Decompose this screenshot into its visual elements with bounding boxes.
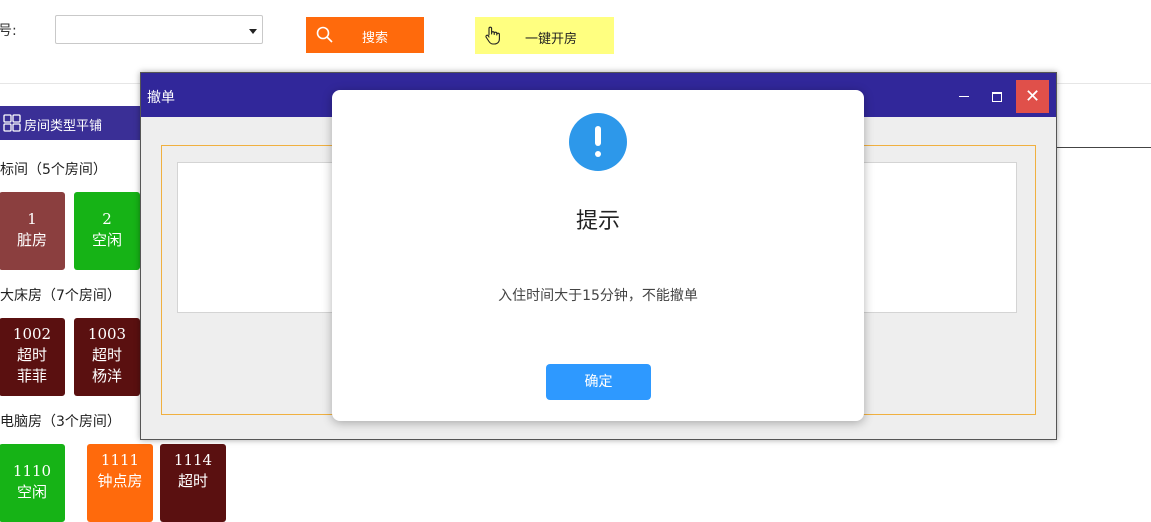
search-button-label: 搜索 (362, 31, 389, 46)
room-guest: 杨洋 (91, 367, 122, 385)
tab-room-type-tile-label: 房间类型平铺 (24, 119, 103, 134)
room-status: 超时 (177, 472, 208, 490)
room-number-select[interactable] (55, 15, 263, 44)
room-status: 脏房 (16, 231, 47, 249)
group-title-computer: 电脑房（3个房间） (0, 414, 121, 430)
dialog-title: 提示 (575, 209, 620, 234)
hand-pointer-icon (485, 26, 500, 45)
search-icon (316, 26, 333, 43)
room-status: 钟点房 (97, 472, 143, 490)
room-number: 1114 (173, 451, 213, 469)
exclamation-icon (569, 113, 627, 171)
window-title: 撤单 (147, 90, 175, 106)
room-number: 1003 (87, 325, 127, 343)
room-number: 1002 (12, 325, 52, 343)
room-number-label: 号: (0, 23, 17, 39)
grid-icon (3, 114, 21, 132)
room-card-1003[interactable]: 1003 超时 杨洋 (74, 318, 140, 396)
room-number: 1110 (12, 462, 52, 480)
room-card-1110[interactable]: 1110 空闲 (0, 444, 65, 522)
room-guest: 菲菲 (16, 367, 47, 385)
room-card-1114[interactable]: 1114 超时 (160, 444, 226, 522)
room-status: 空闲 (91, 231, 122, 249)
search-button[interactable]: 搜索 (306, 17, 424, 53)
room-status: 空闲 (16, 483, 47, 501)
room-status: 超时 (16, 346, 47, 364)
group-title-king: 大床房（7个房间） (0, 288, 121, 304)
room-number: 1111 (100, 451, 140, 469)
close-icon: ✕ (1024, 86, 1041, 107)
chevron-down-icon (249, 29, 257, 34)
one-click-open-room-label: 一键开房 (525, 32, 578, 47)
minimize-button[interactable] (949, 82, 977, 110)
room-number: 1 (27, 210, 37, 228)
maximize-button[interactable] (982, 82, 1010, 110)
room-card-1002[interactable]: 1002 超时 菲菲 (0, 318, 65, 396)
dialog-message: 入住时间大于15分钟，不能撤单 (498, 288, 698, 304)
tab-room-type-tile[interactable]: 房间类型平铺 (0, 106, 140, 140)
room-status: 超时 (91, 346, 122, 364)
room-card-2[interactable]: 2 空闲 (74, 192, 140, 270)
room-number: 2 (102, 210, 112, 228)
room-card-1[interactable]: 1 脏房 (0, 192, 65, 270)
group-title-standard: 标间（5个房间） (0, 162, 107, 178)
one-click-open-room-button[interactable]: 一键开房 (475, 17, 614, 54)
alert-dialog: 提示 入住时间大于15分钟，不能撤单 确定 (332, 90, 864, 421)
room-card-1111[interactable]: 1111 钟点房 (87, 444, 153, 522)
close-button[interactable]: ✕ (1016, 80, 1049, 113)
ok-button[interactable]: 确定 (546, 364, 651, 400)
